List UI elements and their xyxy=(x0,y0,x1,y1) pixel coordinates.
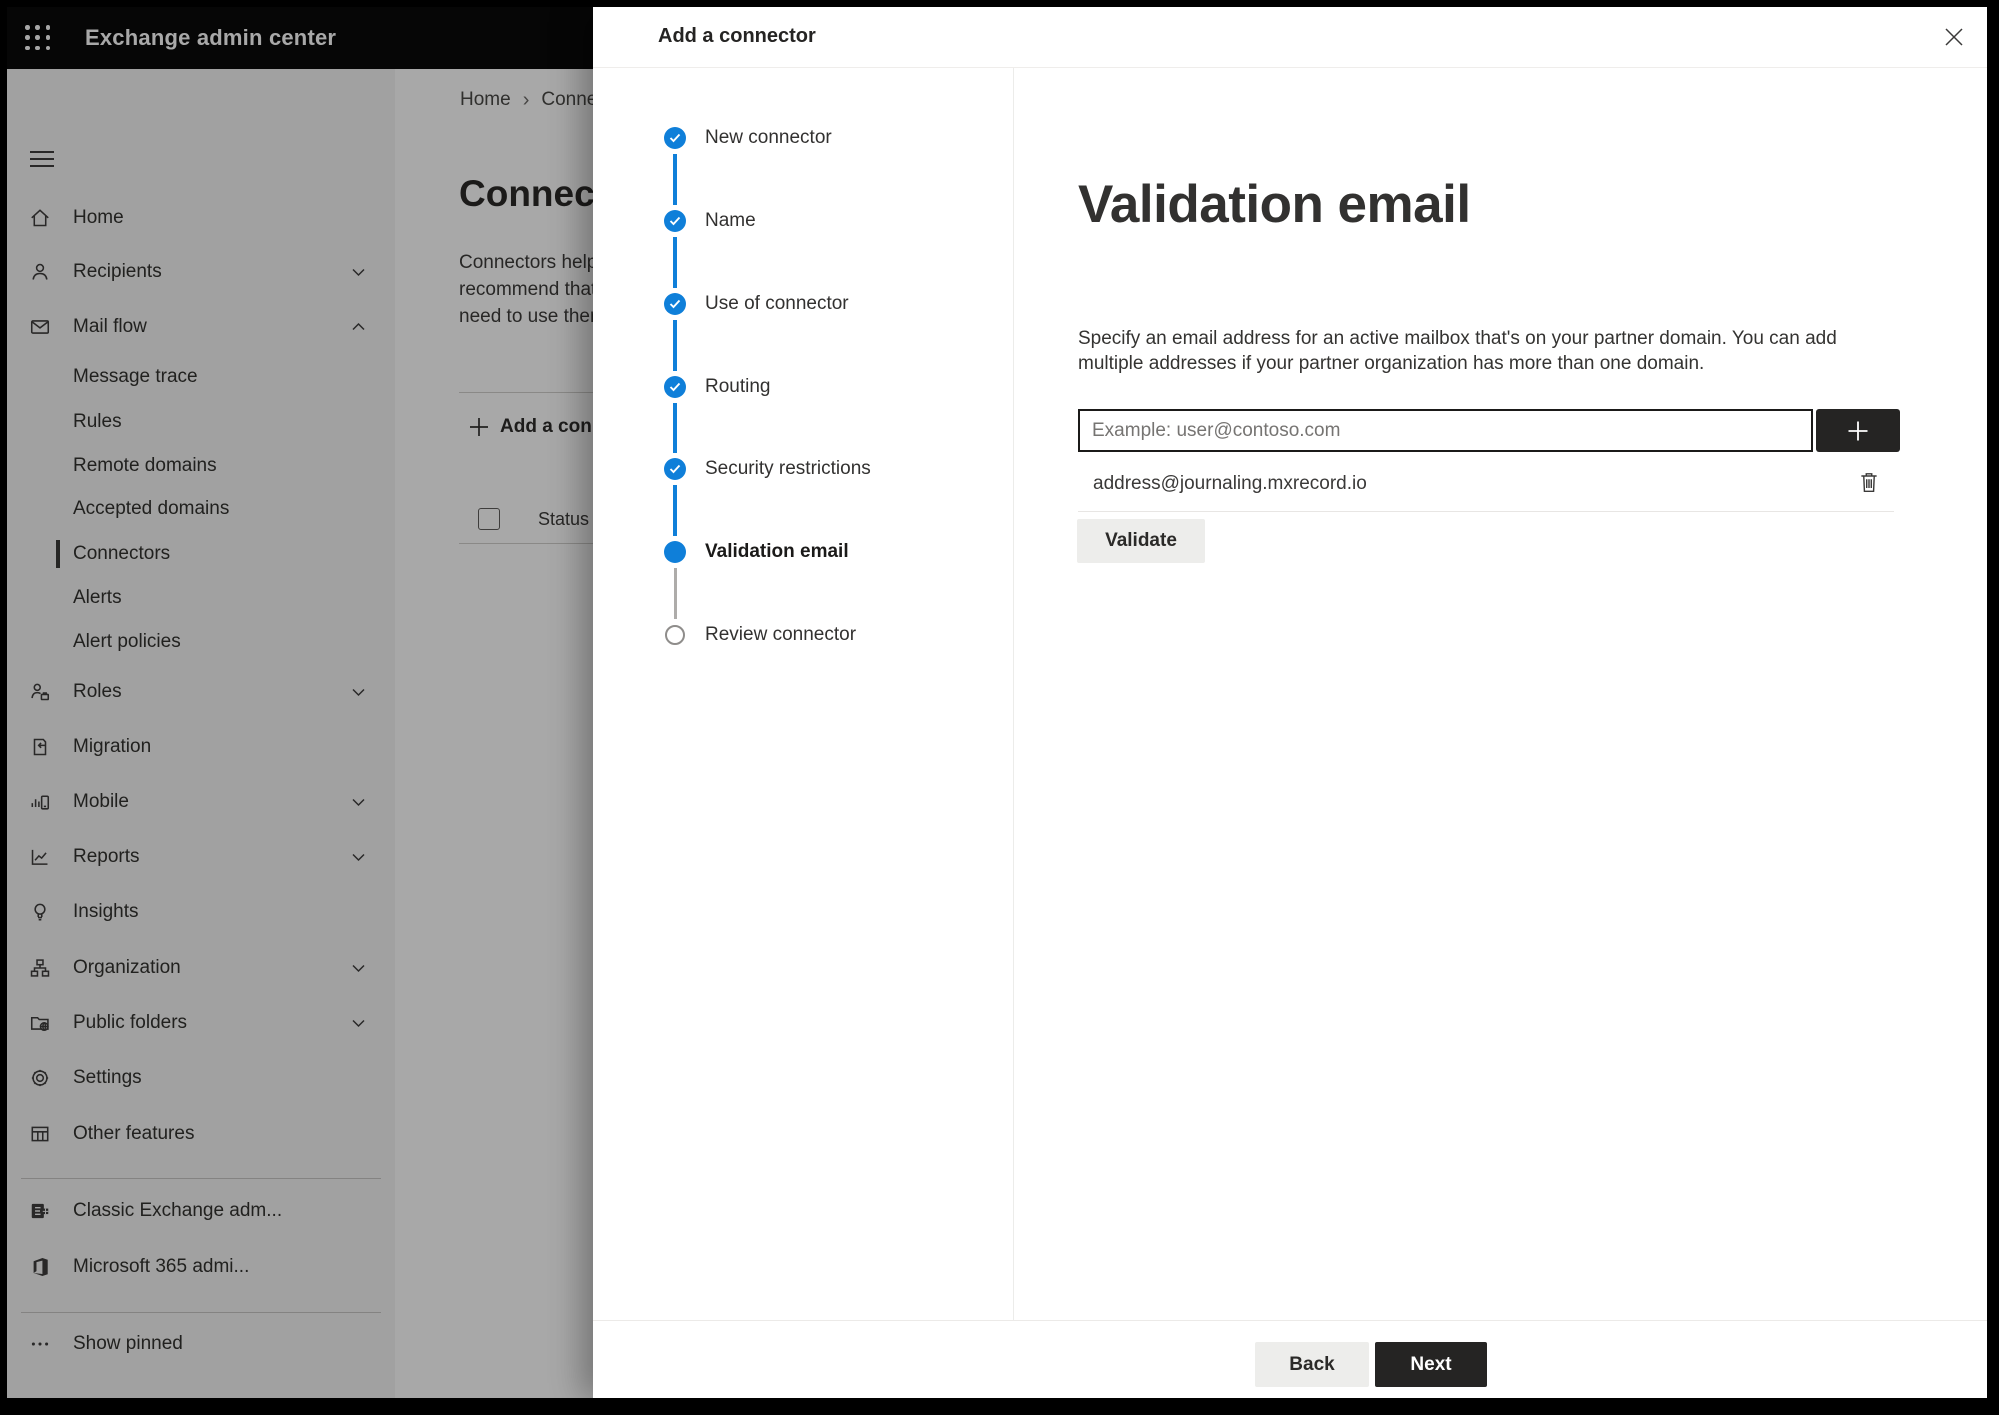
address-list-item: address@journaling.mxrecord.io xyxy=(1093,473,1367,494)
step-complete-icon xyxy=(664,376,686,398)
panel-header: Add a connector xyxy=(593,7,1987,68)
app-window: Exchange admin center Home Recipients Ma… xyxy=(7,7,1987,1398)
close-button[interactable] xyxy=(1939,22,1969,52)
step-connector-line xyxy=(673,403,677,453)
validate-button[interactable]: Validate xyxy=(1077,519,1205,563)
step-complete-icon xyxy=(664,127,686,149)
step-upcoming-icon xyxy=(665,625,685,645)
panel-title: Add a connector xyxy=(658,25,816,47)
step-heading: Validation email xyxy=(1078,175,1471,234)
address-row-divider xyxy=(1078,511,1894,512)
email-address-input[interactable] xyxy=(1078,409,1813,452)
step-complete-icon xyxy=(664,210,686,232)
close-icon xyxy=(1945,28,1963,46)
add-connector-panel: Add a connector New connector Name Use o… xyxy=(593,7,1987,1398)
step-current-icon xyxy=(664,541,686,563)
plus-icon xyxy=(1848,421,1868,440)
next-button[interactable]: Next xyxy=(1375,1342,1487,1387)
step-description-line: Specify an email address for an active m… xyxy=(1078,328,1837,349)
step-connector-line xyxy=(673,320,677,371)
step-description-line: multiple addresses if your partner organ… xyxy=(1078,353,1705,374)
footer-divider xyxy=(593,1320,1987,1321)
delete-address-button[interactable] xyxy=(1852,465,1886,499)
add-address-button[interactable] xyxy=(1816,409,1900,452)
step-complete-icon xyxy=(664,458,686,480)
back-button[interactable]: Back xyxy=(1255,1342,1369,1387)
steps-content-divider xyxy=(1013,68,1014,1320)
step-complete-icon xyxy=(664,293,686,315)
step-connector-line xyxy=(673,154,677,205)
trash-icon xyxy=(1861,473,1877,492)
step-connector-line xyxy=(673,485,677,536)
step-connector-line xyxy=(673,237,677,288)
step-connector-line xyxy=(674,568,677,619)
